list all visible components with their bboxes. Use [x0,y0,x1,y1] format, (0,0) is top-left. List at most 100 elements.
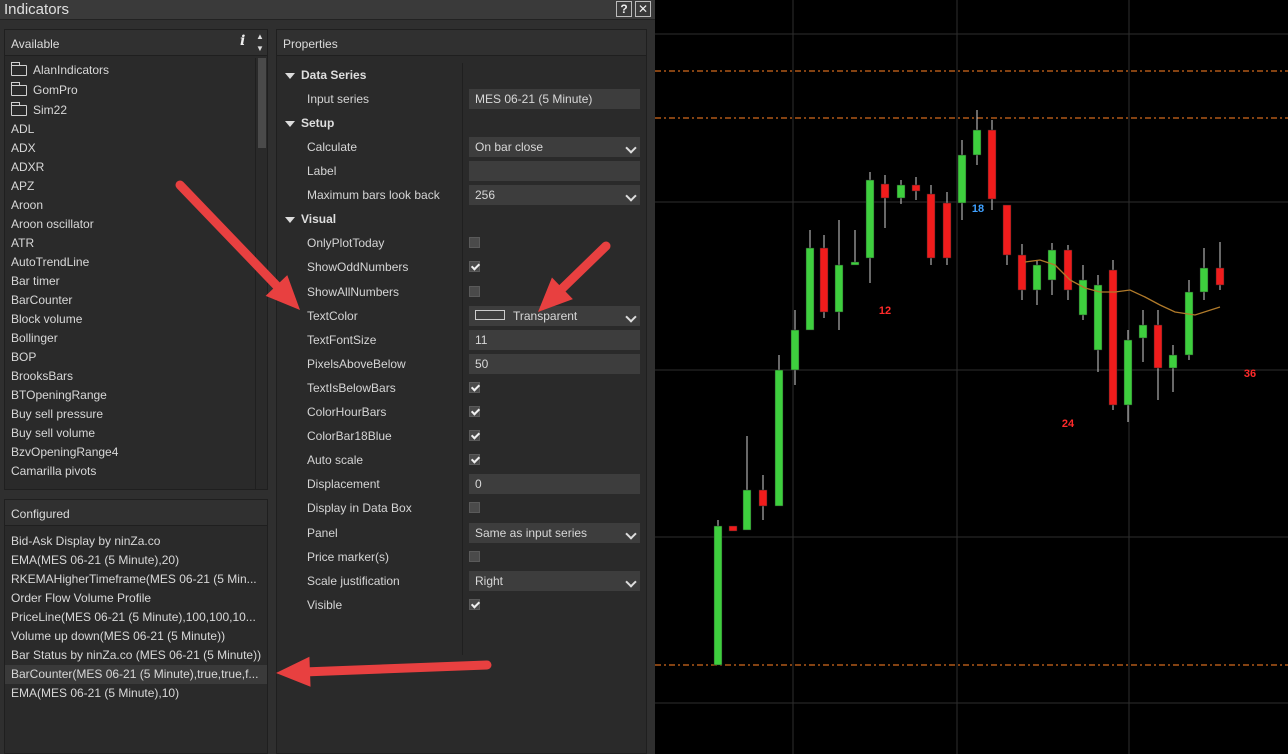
available-item[interactable]: BarCounter [5,291,255,310]
property-input[interactable]: 50 [469,353,640,374]
candle-up[interactable] [1199,267,1209,293]
candle-up[interactable] [972,129,982,156]
folder-item[interactable]: GomPro [5,80,255,100]
configured-item[interactable]: EMA(MES 06-21 (5 Minute),10) [5,684,267,703]
candle-down[interactable] [1153,324,1163,369]
available-item[interactable]: Buy sell pressure [5,405,255,424]
configured-item[interactable]: Volume up down(MES 06-21 (5 Minute)) [5,627,267,646]
available-item[interactable]: Bar timer [5,272,255,291]
property-section[interactable]: Data Series [277,63,646,87]
available-item[interactable]: Buy sell volume [5,424,255,443]
property-checkbox[interactable] [469,550,480,562]
title-bar[interactable]: Indicators ? ✕ [0,0,655,20]
candle-down[interactable] [942,202,952,259]
candle-up[interactable] [742,489,752,531]
available-item[interactable]: AutoTrendLine [5,253,255,272]
property-input[interactable]: 0 [469,474,640,495]
property-dropdown[interactable]: Same as input series [469,522,640,543]
configured-item[interactable]: RKEMAHigherTimeframe(MES 06-21 (5 Min... [5,570,267,589]
candle-down[interactable] [819,247,829,313]
collapse-triangle-icon[interactable] [285,73,295,79]
available-item[interactable]: ADX [5,139,255,158]
candle-down[interactable] [880,183,890,199]
configured-item[interactable]: Bar Status by ninZa.co (MES 06-21 (5 Min… [5,646,267,665]
property-checkbox[interactable] [469,285,480,297]
candle-up[interactable] [1032,264,1042,291]
candle-up[interactable] [774,369,784,507]
candle-up[interactable] [1123,339,1133,406]
scrollbar-thumb[interactable] [258,58,266,148]
property-input[interactable]: MES 06-21 (5 Minute) [469,89,640,109]
candle-up[interactable] [865,179,875,259]
info-icon[interactable]: i [240,33,245,49]
property-checkbox[interactable] [469,502,480,514]
candle-up[interactable] [896,184,906,199]
property-checkbox[interactable] [469,237,480,249]
candle-up[interactable] [850,261,860,266]
property-checkbox[interactable] [469,454,480,466]
candle-up[interactable] [805,247,815,331]
chart-canvas[interactable]: 12 18 24 36 [655,0,1288,754]
price-chart[interactable]: 12 18 24 36 [655,0,1288,754]
configured-item[interactable]: EMA(MES 06-21 (5 Minute),20) [5,551,267,570]
candle-up[interactable] [1184,291,1194,356]
property-checkbox[interactable] [469,381,480,393]
available-item[interactable]: Aroon [5,196,255,215]
property-checkbox[interactable] [469,406,480,418]
candle-down[interactable] [728,525,738,532]
folder-item[interactable]: Sim22 [5,100,255,120]
configured-item[interactable]: Order Flow Volume Profile [5,589,267,608]
close-button[interactable]: ✕ [635,1,651,17]
candle-up[interactable] [790,329,800,371]
collapse-triangle-icon[interactable] [285,217,295,224]
available-item[interactable]: BzvOpeningRange4 [5,443,255,462]
candle-up[interactable] [834,264,844,313]
candle-up[interactable] [1093,284,1103,351]
property-dropdown[interactable]: 256 [469,185,640,206]
available-item[interactable]: ATR [5,234,255,253]
available-item[interactable]: BOP [5,348,255,367]
property-checkbox[interactable] [469,598,480,610]
available-item[interactable]: Block volume [5,310,255,329]
scroll-down-icon[interactable]: ▼ [254,44,266,54]
color-picker[interactable]: Transparent [469,305,640,326]
configured-item[interactable]: BarCounter(MES 06-21 (5 Minute),true,tru… [5,665,267,684]
candle-down[interactable] [1017,254,1027,291]
available-scrollbar[interactable] [255,58,267,489]
candle-down[interactable] [758,489,768,507]
candle-up[interactable] [1168,354,1178,369]
candle-down[interactable] [1063,249,1073,291]
available-item[interactable]: ADL [5,120,255,139]
available-item[interactable]: Camarilla pivots [5,462,255,481]
property-dropdown[interactable]: On bar close [469,137,640,158]
configured-item[interactable]: Bid-Ask Display by ninZa.co [5,532,267,551]
candle-down[interactable] [1108,269,1118,406]
property-checkbox[interactable] [469,261,480,273]
configured-item[interactable]: PriceLine(MES 06-21 (5 Minute),100,100,1… [5,608,267,627]
available-item[interactable]: BTOpeningRange [5,386,255,405]
property-dropdown[interactable]: Right [469,570,640,591]
candle-down[interactable] [926,193,936,259]
candle-down[interactable] [1215,267,1225,286]
property-checkbox[interactable] [469,430,480,442]
scroll-up-icon[interactable]: ▲ [254,32,266,42]
candle-up[interactable] [713,525,723,666]
bar-count-label: 24 [1062,418,1075,430]
candle-up[interactable] [1138,324,1148,339]
available-item[interactable]: Bollinger [5,329,255,348]
property-input[interactable]: 11 [469,329,640,350]
candle-up[interactable] [957,154,967,204]
collapse-triangle-icon[interactable] [285,121,295,128]
available-item[interactable]: Aroon oscillator [5,215,255,234]
available-item[interactable]: ADXR [5,158,255,177]
property-section[interactable]: Visual [277,207,646,231]
available-item[interactable]: APZ [5,177,255,196]
candle-down[interactable] [1002,204,1012,256]
property-section[interactable]: Setup [277,111,646,135]
candle-down[interactable] [987,129,997,200]
property-input[interactable] [469,161,640,182]
available-item[interactable]: BrooksBars [5,367,255,386]
help-button[interactable]: ? [616,1,632,17]
folder-item[interactable]: AlanIndicators [5,60,255,80]
candle-down[interactable] [911,184,921,192]
